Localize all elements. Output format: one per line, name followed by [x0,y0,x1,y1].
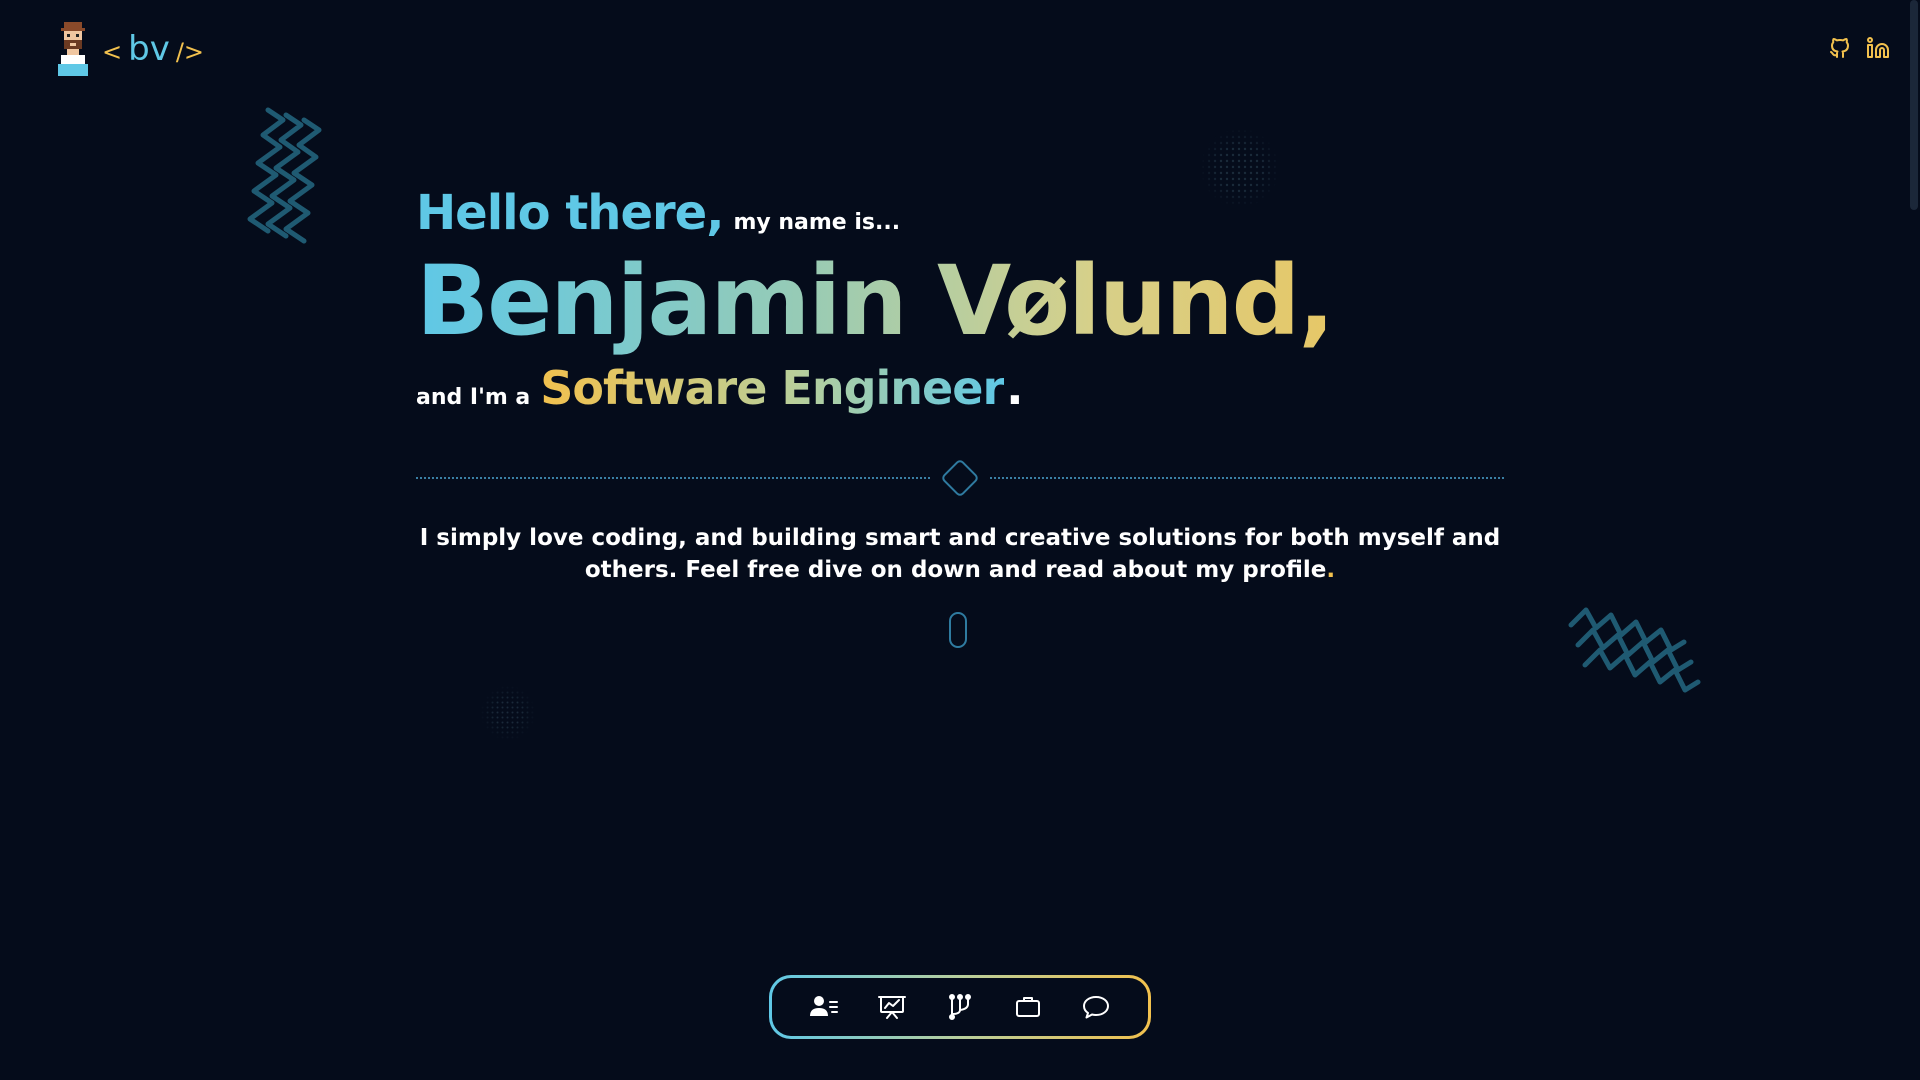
bottom-navigation [769,975,1151,1039]
linkedin-icon[interactable] [1866,36,1890,60]
nav-skills[interactable] [943,990,977,1024]
github-icon[interactable] [1828,36,1852,60]
intro-body: I simply love coding, and building smart… [419,525,1501,583]
avatar [58,22,88,76]
intro-end: . [1326,557,1336,583]
top-bar: < bv /> [0,0,1920,100]
hero-section: Hello there, my name is... Benjamin Vølu… [416,185,1504,415]
role-suffix: . [1006,360,1024,415]
role-title: Software Engineer [540,360,1005,415]
briefcase-icon [1016,997,1040,1017]
zigzag-decoration-right [1568,607,1701,693]
scrollbar[interactable] [1910,0,1918,210]
greeting: Hello there, [416,185,724,241]
role-prefix: and I'm a [416,384,531,410]
nav-about[interactable] [807,990,841,1024]
hero-name: Benjamin Vølund, [416,248,1504,355]
diamond-icon [940,458,980,498]
git-branches-icon [949,994,971,1020]
dot-grid-decoration-bottom [480,685,536,741]
nav-experience[interactable] [1011,990,1045,1024]
chat-bubble-icon [1083,996,1109,1019]
logo-name: bv [128,29,170,69]
scroll-mouse-icon[interactable] [949,612,967,648]
greeting-tail: my name is... [733,210,901,235]
nav-presentations[interactable] [875,990,909,1024]
social-links [1828,36,1890,60]
profile-icon [810,996,838,1016]
nav-contact[interactable] [1079,990,1113,1024]
logo-bracket-open: < [102,38,123,66]
zigzag-decoration-top-left [247,107,322,244]
presentation-icon [878,996,906,1019]
site-logo[interactable]: < bv /> [58,22,204,76]
section-divider [416,458,1504,498]
logo-bracket-close: /> [175,38,205,66]
intro-text: I simply love coding, and building smart… [416,522,1504,586]
